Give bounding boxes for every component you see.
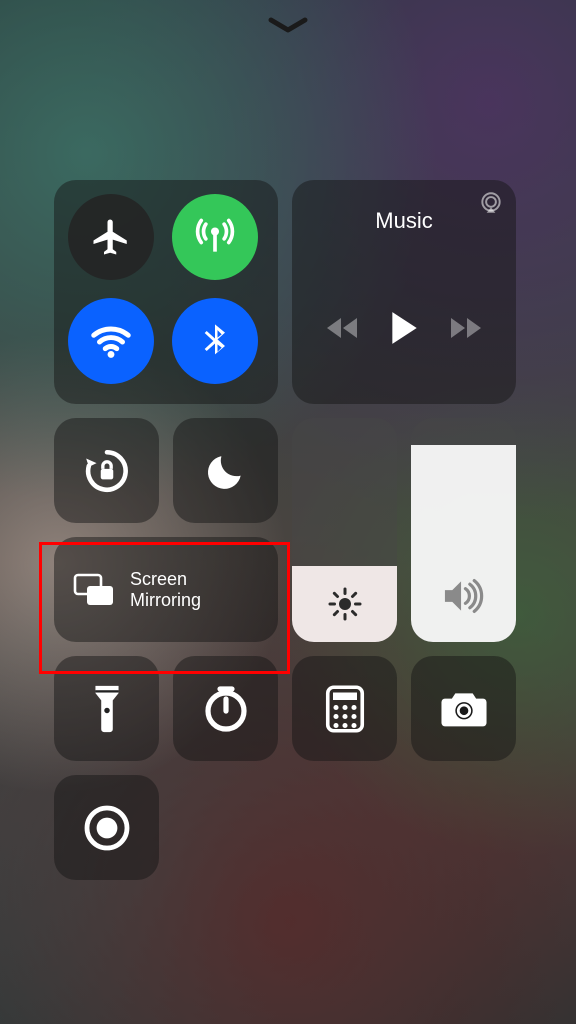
cellular-data-button[interactable] — [172, 194, 258, 280]
do-not-disturb-button[interactable] — [173, 418, 278, 523]
brightness-icon — [327, 586, 363, 622]
timer-button[interactable] — [173, 656, 278, 761]
fast-forward-button[interactable] — [449, 315, 483, 341]
screen-mirroring-icon — [72, 572, 116, 608]
volume-fill — [411, 445, 516, 642]
rewind-button[interactable] — [325, 315, 359, 341]
wifi-icon — [88, 318, 134, 364]
camera-icon — [438, 688, 490, 730]
flashlight-button[interactable] — [54, 656, 159, 761]
moon-icon — [204, 449, 248, 493]
calculator-icon — [325, 685, 365, 733]
rotation-lock-button[interactable] — [54, 418, 159, 523]
volume-icon — [442, 576, 486, 616]
volume-slider[interactable] — [411, 418, 516, 642]
music-playback-group[interactable]: Music — [292, 180, 516, 404]
wifi-button[interactable] — [68, 298, 154, 384]
airplane-icon — [90, 216, 132, 258]
record-icon — [83, 804, 131, 852]
rotation-lock-icon — [82, 446, 132, 496]
collapse-chevron[interactable] — [267, 16, 309, 36]
cellular-icon — [193, 215, 237, 259]
bluetooth-icon — [195, 321, 235, 361]
flashlight-icon — [90, 683, 124, 735]
play-button[interactable] — [388, 310, 420, 346]
timer-icon — [202, 685, 250, 733]
brightness-fill — [292, 566, 397, 642]
connectivity-group[interactable] — [54, 180, 278, 404]
calculator-button[interactable] — [292, 656, 397, 761]
screen-mirroring-button[interactable]: Screen Mirroring — [54, 537, 278, 642]
screen-mirroring-label: Screen Mirroring — [130, 569, 201, 610]
airplane-mode-button[interactable] — [68, 194, 154, 280]
screen-recording-button[interactable] — [54, 775, 159, 880]
music-title-label: Music — [292, 208, 516, 234]
brightness-slider[interactable] — [292, 418, 397, 642]
bluetooth-button[interactable] — [172, 298, 258, 384]
camera-button[interactable] — [411, 656, 516, 761]
